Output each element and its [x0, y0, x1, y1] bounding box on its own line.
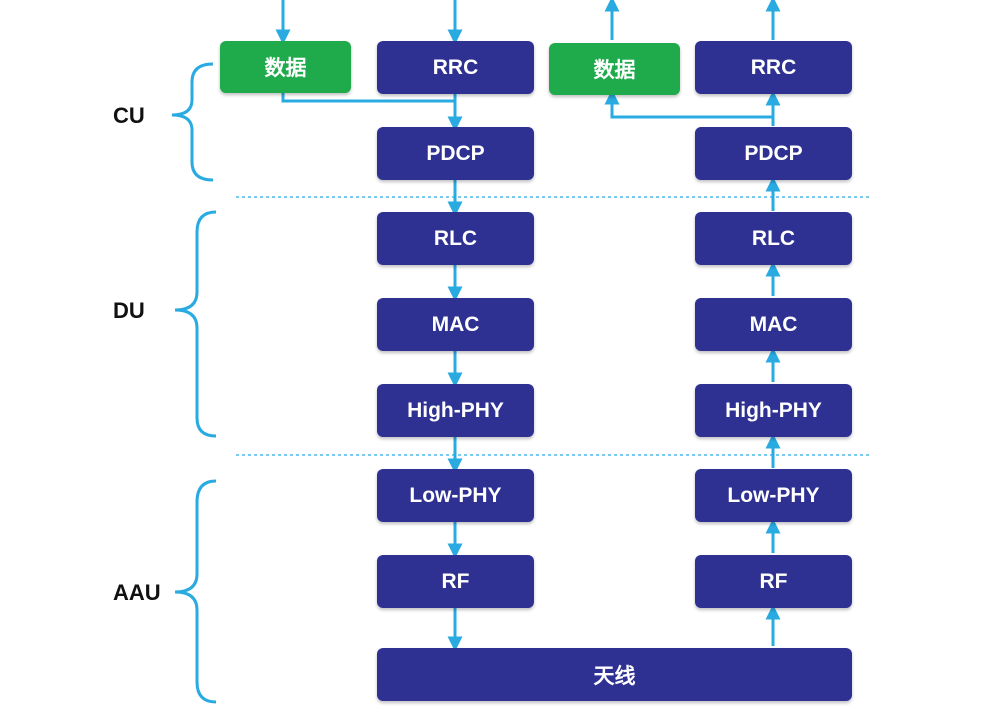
arrow-data-to-pdcp-left: [281, 93, 455, 103]
downlink-high-phy-box: High-PHY: [377, 384, 534, 437]
downlink-mac-box: MAC: [377, 298, 534, 351]
zone-label-du: DU: [113, 298, 145, 323]
du-brace: [174, 210, 217, 438]
connectors-layer: [171, 0, 872, 704]
uplink-rrc-box: RRC: [695, 41, 852, 94]
downlink-data-box: 数据: [220, 41, 351, 93]
downlink-low-phy-box: Low-PHY: [377, 469, 534, 522]
protocol-stack-diagram: CU DU AAU 数据 RRC PDCP RLC MAC High-PHY L…: [0, 0, 982, 723]
uplink-pdcp-box: PDCP: [695, 127, 852, 180]
uplink-high-phy-box: High-PHY: [695, 384, 852, 437]
arrow-pdcp-to-data-right: [604, 89, 773, 119]
aau-brace: [174, 479, 217, 704]
downlink-rrc-box: RRC: [377, 41, 534, 94]
uplink-low-phy-box: Low-PHY: [695, 469, 852, 522]
uplink-data-box: 数据: [549, 43, 680, 95]
uplink-mac-box: MAC: [695, 298, 852, 351]
uplink-rlc-box: RLC: [695, 212, 852, 265]
zone-label-aau: AAU: [113, 580, 161, 605]
antenna-box: 天线: [377, 648, 852, 701]
zone-label-cu: CU: [113, 103, 145, 128]
downlink-rf-box: RF: [377, 555, 534, 608]
uplink-rf-box: RF: [695, 555, 852, 608]
cu-brace: [171, 62, 214, 182]
downlink-rlc-box: RLC: [377, 212, 534, 265]
downlink-pdcp-box: PDCP: [377, 127, 534, 180]
